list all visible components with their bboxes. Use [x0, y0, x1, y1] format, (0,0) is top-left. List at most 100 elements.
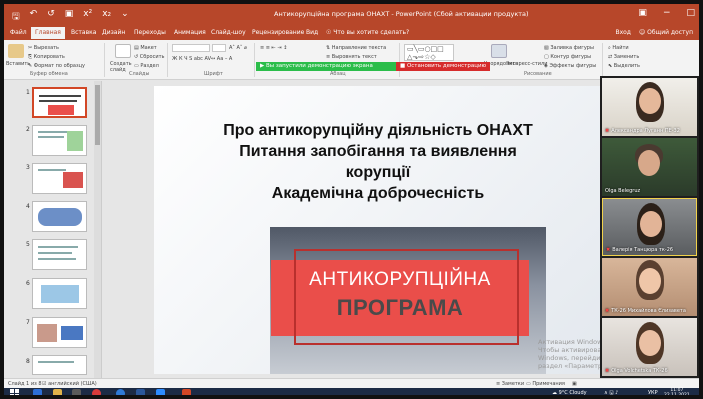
weather-widget[interactable]: ☁ 9°C Cloudy — [552, 390, 587, 395]
slide-thumbnail-8[interactable] — [32, 355, 87, 375]
slide-thumbnail-4[interactable] — [32, 201, 87, 232]
arrange-icon[interactable] — [491, 44, 507, 58]
shape-effects-button[interactable]: ◈ Эффекты фигуры — [544, 63, 596, 69]
mic-muted-icon: ✖ — [605, 368, 610, 374]
new-slide-icon[interactable] — [115, 44, 131, 58]
tab-insert[interactable]: Вставка — [71, 29, 96, 36]
participant-name: Olga Belegruz — [605, 188, 641, 194]
language-indicator[interactable]: ☑ английский (США) — [42, 381, 97, 387]
video-participants-panel: ✖ Александра Луганн ПЕ-32 Olga Belegruz ✖… — [600, 76, 699, 378]
find-button[interactable]: ⌕ Найти — [608, 45, 629, 51]
slide-thumbnail-6[interactable] — [32, 278, 87, 309]
file-explorer-icon[interactable] — [53, 389, 62, 395]
tab-design[interactable]: Дизайн — [102, 29, 125, 36]
slide-canvas[interactable]: Про антикорупційну діяльність ОНАХТ Пита… — [154, 86, 602, 374]
slide-thumbnail-2[interactable] — [32, 125, 87, 156]
superscript-icon[interactable]: x² — [83, 9, 92, 25]
thumbnail-image — [41, 285, 79, 303]
participant-tile[interactable]: ✖ Александра Луганн ПЕ-32 — [602, 78, 697, 136]
slide-thumbnail-7[interactable] — [32, 317, 87, 348]
participant-tile[interactable]: ✖ Olga Volchetska ТК-26 — [602, 318, 697, 376]
zoom-icon[interactable] — [156, 389, 165, 395]
align-text-button[interactable]: ≡ Выровнять текст — [326, 54, 377, 60]
customize-qat-icon[interactable]: ⌄ — [121, 9, 129, 25]
thumbnail-image — [48, 105, 74, 115]
participant-name: ✖ ТК-26 Михайлова Єлизавета — [605, 308, 686, 314]
start-slideshow-icon[interactable]: ▣ — [65, 9, 74, 25]
tell-me-search[interactable]: ☉ Что вы хотите сделать? — [326, 29, 409, 36]
powerpoint-icon[interactable] — [182, 389, 191, 395]
participant-tile[interactable]: Olga Belegruz — [602, 138, 697, 196]
shape-fill-button[interactable]: ▧ Заливка фигуры — [544, 45, 594, 51]
redo-icon[interactable]: ↺ — [47, 9, 55, 25]
shapes-gallery[interactable]: ▭╲▭○□□ △⬎⇨☆◇ — [404, 44, 454, 61]
thumbnail-number: 2 — [26, 126, 30, 133]
minimize-icon[interactable]: − — [663, 8, 671, 18]
font-name-combo[interactable] — [172, 44, 210, 52]
tab-file[interactable]: Файл — [10, 29, 27, 36]
tab-review[interactable]: Рецензирование — [252, 29, 304, 36]
participant-tile-active-speaker[interactable]: ✖ Валерія Танцюра тк-26 — [602, 198, 697, 256]
participant-face — [640, 211, 662, 237]
sign-in-link[interactable]: Вход — [615, 29, 631, 36]
normal-view-icon[interactable]: ▣ — [572, 381, 577, 387]
system-tray-icons[interactable]: ∧ 🖫 ♪ — [604, 390, 618, 395]
slide-image-caption-1: АНТИКОРУПЦІЙНА — [309, 269, 491, 290]
ribbon-display-icon[interactable]: ▣ — [638, 8, 647, 18]
paragraph-group-label: Абзац — [330, 71, 346, 77]
participant-face — [639, 330, 661, 356]
slide-thumbnail-1[interactable] — [32, 87, 87, 118]
section-button[interactable]: ▭ Раздел — [134, 63, 159, 69]
tab-animations[interactable]: Анимация — [174, 29, 206, 36]
clock[interactable]: 11:07 22.11.2021 — [664, 388, 690, 395]
windows-start-icon[interactable] — [10, 389, 19, 395]
format-painter-button[interactable]: ✎ Формат по образцу — [28, 63, 85, 69]
replace-button[interactable]: ⇄ Заменить — [608, 54, 639, 60]
tab-view[interactable]: Вид — [306, 29, 318, 36]
share-button[interactable]: ☺ Общий доступ — [639, 29, 693, 36]
font-formatting-icons[interactable]: Ж К Ч S abc AV↔ Aa – A — [172, 56, 232, 62]
font-size-combo[interactable] — [212, 44, 226, 52]
reset-button[interactable]: ↺ Сбросить — [134, 54, 164, 60]
slide-thumbnail-3[interactable] — [32, 163, 87, 194]
stop-icon: ■ — [400, 63, 407, 69]
select-button[interactable]: ⬉ Выделить — [608, 63, 640, 69]
thumbnail-text — [39, 95, 81, 97]
tab-home[interactable]: Главная — [31, 27, 65, 39]
input-language[interactable]: УКР — [648, 390, 658, 395]
scrollbar-thumb[interactable] — [95, 85, 100, 145]
grow-font-icon[interactable]: A˄ A˅ ⌀ — [229, 45, 247, 51]
subscript-icon[interactable]: x₂ — [102, 9, 111, 25]
participant-tile[interactable]: ✖ ТК-26 Михайлова Єлизавета — [602, 258, 697, 316]
paste-button[interactable]: Вставить — [6, 61, 30, 67]
thumbnail-image — [61, 326, 83, 340]
slide-thumbnail-5[interactable] — [32, 239, 87, 270]
word-icon[interactable] — [136, 389, 145, 395]
cut-button[interactable]: ✂ Вырезать — [28, 45, 59, 51]
tab-transitions[interactable]: Переходы — [134, 29, 166, 36]
paragraph-icons[interactable]: ≡ ≡ ⇤ ⇥ ↕ — [260, 45, 287, 51]
chrome-icon[interactable] — [116, 389, 125, 395]
thumbnail-scrollbar[interactable] — [94, 81, 101, 378]
participant-face — [639, 88, 661, 114]
search-icon[interactable] — [33, 389, 42, 395]
quick-styles-button[interactable]: Экспресс-стили — [506, 61, 547, 67]
maximize-icon[interactable]: □ — [686, 8, 695, 18]
screen-share-bar: ▶ Вы запустили демонстрацию экрана ■ Ост… — [256, 62, 490, 71]
text-direction-button[interactable]: ⇅ Направление текста — [326, 45, 386, 51]
notes-button[interactable]: ≡ Заметки — [496, 381, 524, 387]
copy-button[interactable]: ⎘ Копировать — [28, 54, 65, 60]
undo-icon[interactable]: ↶ — [30, 9, 38, 25]
layout-button[interactable]: ▤ Макет — [134, 45, 157, 51]
paste-icon[interactable] — [8, 44, 24, 58]
sharing-notice: ▶ Вы запустили демонстрацию экрана — [256, 62, 396, 71]
shape-outline-button[interactable]: ▢ Контур фигуры — [544, 54, 591, 60]
save-icon[interactable]: 🖫 — [12, 9, 20, 25]
stop-sharing-button[interactable]: ■ Остановить демонстрацию — [396, 62, 490, 71]
tab-slideshow[interactable]: Слайд-шоу — [211, 29, 246, 36]
comments-button[interactable]: ▭ Примечания — [526, 381, 565, 387]
opera-icon[interactable] — [92, 389, 101, 395]
participant-face — [639, 268, 661, 294]
task-view-icon[interactable] — [72, 389, 81, 395]
thumbnail-number: 1 — [26, 89, 30, 96]
